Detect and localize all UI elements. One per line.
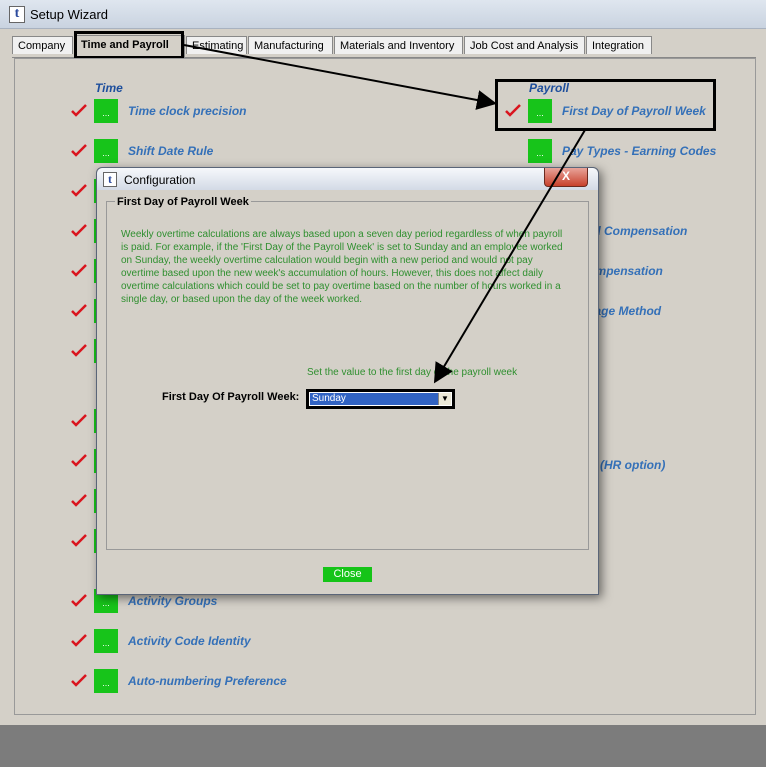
checkmark-icon bbox=[71, 184, 87, 197]
checkmark-icon bbox=[71, 304, 87, 317]
payroll-item-open-button[interactable]: ... bbox=[528, 139, 552, 163]
time-section-heading: Time bbox=[95, 81, 123, 95]
tab-company[interactable]: Company bbox=[12, 36, 73, 54]
dialog-close-icon[interactable]: X bbox=[544, 168, 588, 187]
dialog-logo-icon: t bbox=[103, 172, 117, 187]
title-bar: t Setup Wizard bbox=[0, 0, 766, 29]
tab-estimating[interactable]: Estimating bbox=[186, 36, 247, 54]
chevron-down-icon[interactable]: ▼ bbox=[438, 393, 451, 405]
active-tab-highlight-box bbox=[74, 31, 184, 59]
first-day-select-value: Sunday bbox=[310, 393, 442, 405]
dialog-title-bar: t Configuration X bbox=[97, 168, 598, 190]
close-button[interactable]: Close bbox=[323, 567, 372, 582]
time-item-label[interactable]: Time clock precision bbox=[128, 104, 247, 118]
dialog-title: Configuration bbox=[124, 173, 196, 187]
time-item-label[interactable]: Auto-numbering Preference bbox=[128, 674, 287, 688]
first-day-select[interactable]: Sunday ▼ bbox=[306, 389, 455, 409]
dialog-description: Weekly overtime calculations are always … bbox=[121, 229, 563, 305]
checkmark-icon bbox=[71, 534, 87, 547]
time-item-open-button[interactable]: ... bbox=[94, 139, 118, 163]
time-item-label[interactable]: Activity Groups bbox=[128, 594, 217, 608]
checkmark-icon bbox=[71, 264, 87, 277]
checkmark-icon bbox=[71, 594, 87, 607]
checkmark-icon bbox=[71, 224, 87, 237]
time-item-label[interactable]: Activity Code Identity bbox=[128, 634, 251, 648]
payroll-item-highlight-box bbox=[495, 79, 716, 131]
tab-integration[interactable]: Integration bbox=[586, 36, 652, 54]
configuration-dialog: t Configuration X First Day of Payroll W… bbox=[96, 167, 599, 595]
time-item-open-button[interactable]: ... bbox=[94, 669, 118, 693]
checkmark-icon bbox=[71, 634, 87, 647]
time-item-label[interactable]: Shift Date Rule bbox=[128, 144, 213, 158]
tab-manufacturing[interactable]: Manufacturing bbox=[248, 36, 333, 54]
tab-materials-and-inventory[interactable]: Materials and Inventory bbox=[334, 36, 463, 54]
checkmark-icon bbox=[71, 454, 87, 467]
time-item-open-button[interactable]: ... bbox=[94, 629, 118, 653]
checkmark-icon bbox=[71, 104, 87, 117]
checkmark-icon bbox=[71, 494, 87, 507]
dialog-group-title: First Day of Payroll Week bbox=[115, 196, 251, 208]
window-title: Setup Wizard bbox=[30, 7, 109, 22]
app-logo-icon: t bbox=[9, 6, 25, 23]
checkmark-icon bbox=[71, 674, 87, 687]
checkmark-icon bbox=[71, 414, 87, 427]
payroll-item-label[interactable]: Pay Types - Earning Codes bbox=[562, 144, 716, 158]
checkmark-icon bbox=[71, 344, 87, 357]
first-day-field-label: First Day Of Payroll Week: bbox=[162, 391, 300, 403]
time-item-open-button[interactable]: ... bbox=[94, 99, 118, 123]
dialog-hint-text: Set the value to the first day of the pa… bbox=[307, 367, 518, 378]
tab-job-cost-and-analysis[interactable]: Job Cost and Analysis bbox=[464, 36, 585, 54]
checkmark-icon bbox=[71, 144, 87, 157]
